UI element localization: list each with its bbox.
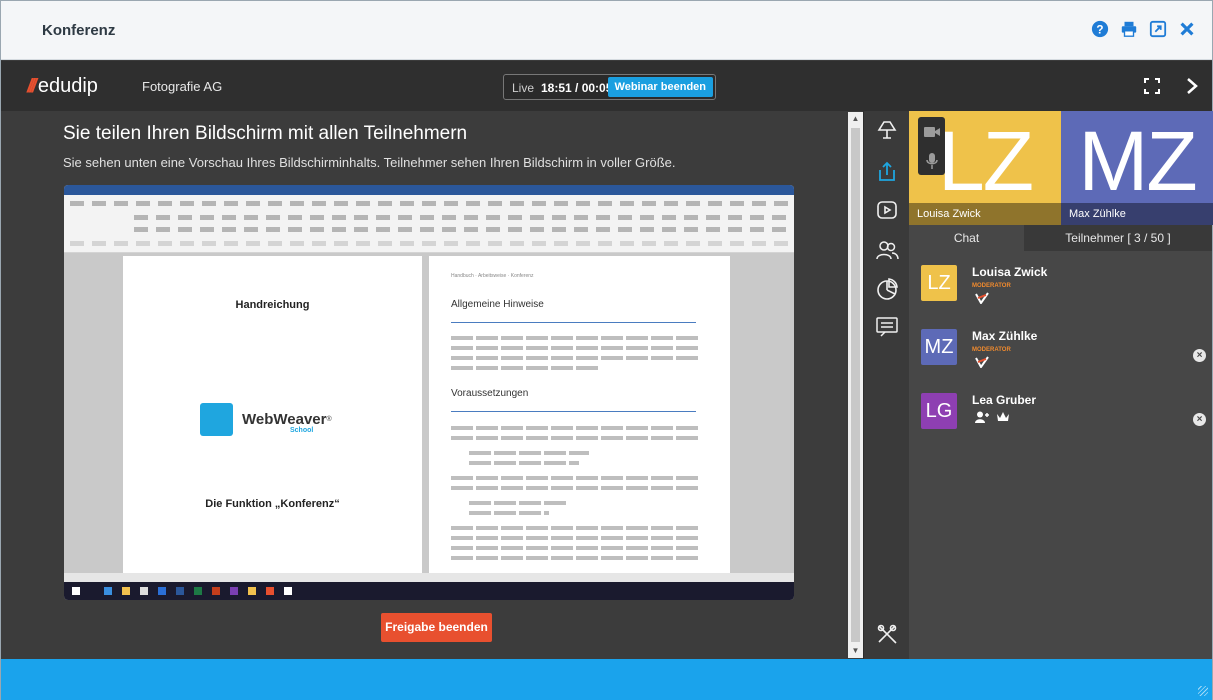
remove-participant-icon[interactable]: ×	[1193, 349, 1206, 362]
preview-taskbar	[64, 582, 794, 600]
list-item[interactable]: LG Lea Gruber ×	[921, 393, 1211, 453]
tools-sidebar	[863, 111, 909, 659]
fullscreen-icon[interactable]	[1143, 77, 1161, 95]
participant-role: MODERATOR	[972, 283, 1011, 289]
moderator-badge-icon	[975, 356, 989, 371]
list-item[interactable]: LZ Louisa Zwick MODERATOR	[921, 265, 1211, 325]
conference-window: Konferenz ? /// edudip Fotografie AG Liv…	[0, 0, 1213, 700]
add-user-icon[interactable]	[975, 411, 989, 426]
chat-board-icon[interactable]	[875, 315, 899, 339]
avatar: MZ	[921, 329, 957, 365]
edudip-logo: /// edudip	[27, 75, 98, 98]
tab-chat[interactable]: Chat	[909, 225, 1024, 251]
remove-participant-icon[interactable]: ×	[1193, 413, 1206, 426]
titlebar-actions: ?	[1090, 19, 1196, 38]
resize-grip-icon[interactable]	[1198, 686, 1208, 696]
video-tile-name: Max Zühlke	[1061, 203, 1213, 225]
preview-page-1: Handreichung WebWeaver ® School Die Funkt…	[123, 256, 422, 573]
page2-breadcrumb: Handbuch · Arbeitsweise · Konferenz	[451, 273, 534, 279]
live-status: Live 18:51 / 00:05 Webinar beenden	[503, 74, 716, 100]
help-icon[interactable]: ?	[1090, 19, 1109, 38]
moderator-badge-icon	[975, 292, 989, 307]
avatar: LZ	[921, 265, 957, 301]
logo-mark-icon: ///	[27, 75, 37, 97]
page1-title: Handreichung	[235, 299, 310, 311]
preview-word-titlebar	[64, 185, 794, 195]
webweaver-logo: WebWeaver ® School	[200, 403, 332, 436]
svg-text:?: ?	[1096, 23, 1103, 36]
print-icon[interactable]	[1119, 19, 1138, 38]
webweaver-bird-icon	[200, 403, 233, 436]
page2-heading-2: Voraussetzungen	[451, 388, 529, 399]
crown-icon[interactable]	[996, 411, 1010, 426]
participant-name: Louisa Zwick	[972, 265, 1048, 279]
poll-icon[interactable]	[875, 277, 899, 301]
video-tile-louisa[interactable]: LZ Louisa Zwick	[909, 111, 1061, 225]
app-header: /// edudip Fotografie AG Live 18:51 / 00…	[1, 61, 1212, 111]
screen-preview: Handreichung WebWeaver ® School Die Funkt…	[64, 185, 794, 600]
camera-icon[interactable]	[918, 117, 945, 146]
share-subheading: Sie sehen unten eine Vorschau Ihres Bild…	[63, 155, 676, 170]
stop-sharing-button[interactable]: Freigabe beenden	[381, 613, 492, 642]
participants-panel: LZ Louisa Zwick MZ Max Zühlke Chat Teiln…	[909, 111, 1213, 659]
window-title: Konferenz	[42, 22, 116, 39]
avatar: LG	[921, 393, 957, 429]
page1-heading: Die Funktion „Konferenz“	[205, 498, 340, 510]
preview-page-2: Handbuch · Arbeitsweise · Konferenz Allg…	[429, 256, 730, 573]
share-screen-icon[interactable]	[875, 160, 899, 184]
main-scrollbar[interactable]: ▲ ▼	[848, 112, 863, 658]
scroll-down-icon[interactable]: ▼	[850, 646, 861, 656]
close-icon[interactable]	[1177, 19, 1196, 38]
participant-role: MODERATOR	[972, 347, 1011, 353]
end-webinar-button[interactable]: Webinar beenden	[607, 77, 713, 97]
participants-icon[interactable]	[875, 238, 899, 262]
scroll-up-icon[interactable]: ▲	[850, 114, 861, 124]
presenter-icon[interactable]	[875, 118, 899, 142]
microphone-icon[interactable]	[918, 146, 945, 175]
window-titlebar: Konferenz ?	[1, 1, 1212, 60]
participant-name: Max Zühlke	[972, 329, 1038, 343]
panel-tabs: Chat Teilnehmer [ 3 / 50 ]	[909, 225, 1212, 251]
logo-text: edudip	[37, 75, 98, 97]
share-heading: Sie teilen Ihren Bildschirm mit allen Te…	[63, 123, 468, 144]
course-name: Fotografie AG	[142, 79, 223, 94]
participant-name: Lea Gruber	[972, 393, 1037, 407]
play-media-icon[interactable]	[875, 198, 899, 222]
settings-tools-icon[interactable]	[875, 622, 899, 646]
page2-heading-1: Allgemeine Hinweise	[451, 299, 544, 310]
live-label: Live	[512, 81, 535, 95]
preview-word-ribbon	[64, 195, 794, 253]
screen-share-area: Sie teilen Ihren Bildschirm mit allen Te…	[1, 111, 846, 659]
chevron-right-icon[interactable]	[1185, 76, 1199, 96]
preview-document: Handreichung WebWeaver ® School Die Funkt…	[64, 253, 794, 573]
tab-participants[interactable]: Teilnehmer [ 3 / 50 ]	[1024, 225, 1212, 251]
list-item[interactable]: MZ Max Zühlke MODERATOR ×	[921, 329, 1211, 389]
media-controls	[918, 117, 945, 175]
video-tile-max[interactable]: MZ Max Zühlke	[1061, 111, 1213, 225]
footer-bar	[1, 659, 1212, 700]
live-timer: 18:51 / 00:05	[541, 81, 613, 95]
popout-icon[interactable]	[1148, 19, 1167, 38]
scroll-thumb[interactable]	[851, 128, 860, 642]
video-tile-name: Louisa Zwick	[909, 203, 1061, 225]
